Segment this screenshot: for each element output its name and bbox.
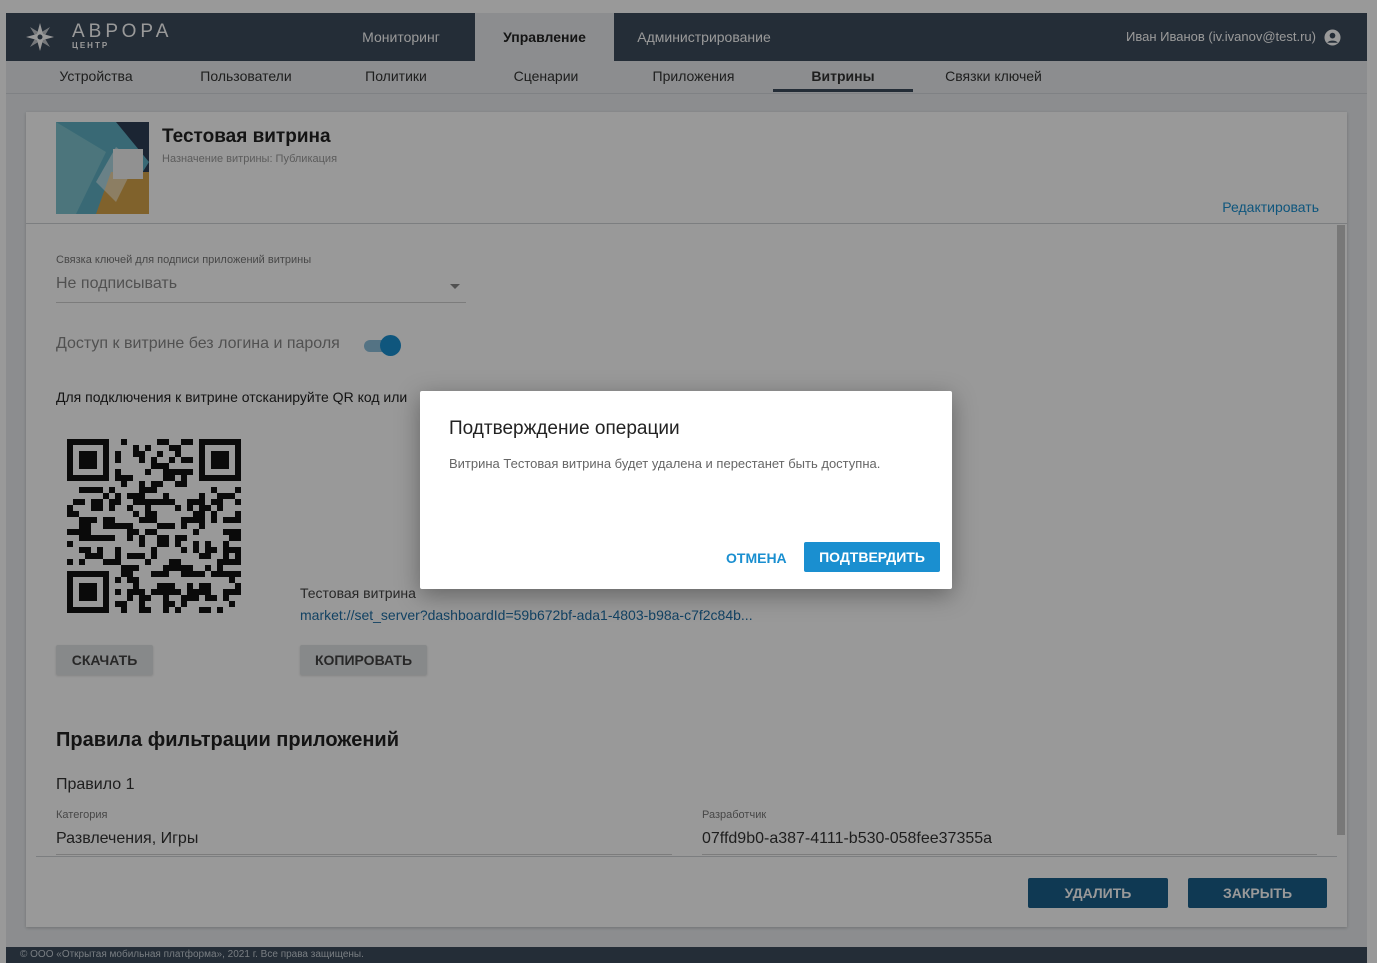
dialog-message: Витрина Тестовая витрина будет удалена и… bbox=[449, 456, 881, 471]
cancel-button[interactable]: ОТМЕНА bbox=[720, 544, 793, 572]
confirm-button[interactable]: ПОДТВЕРДИТЬ bbox=[804, 542, 940, 572]
confirm-dialog: Подтверждение операции Витрина Тестовая … bbox=[420, 391, 952, 589]
dialog-title: Подтверждение операции bbox=[449, 418, 680, 439]
